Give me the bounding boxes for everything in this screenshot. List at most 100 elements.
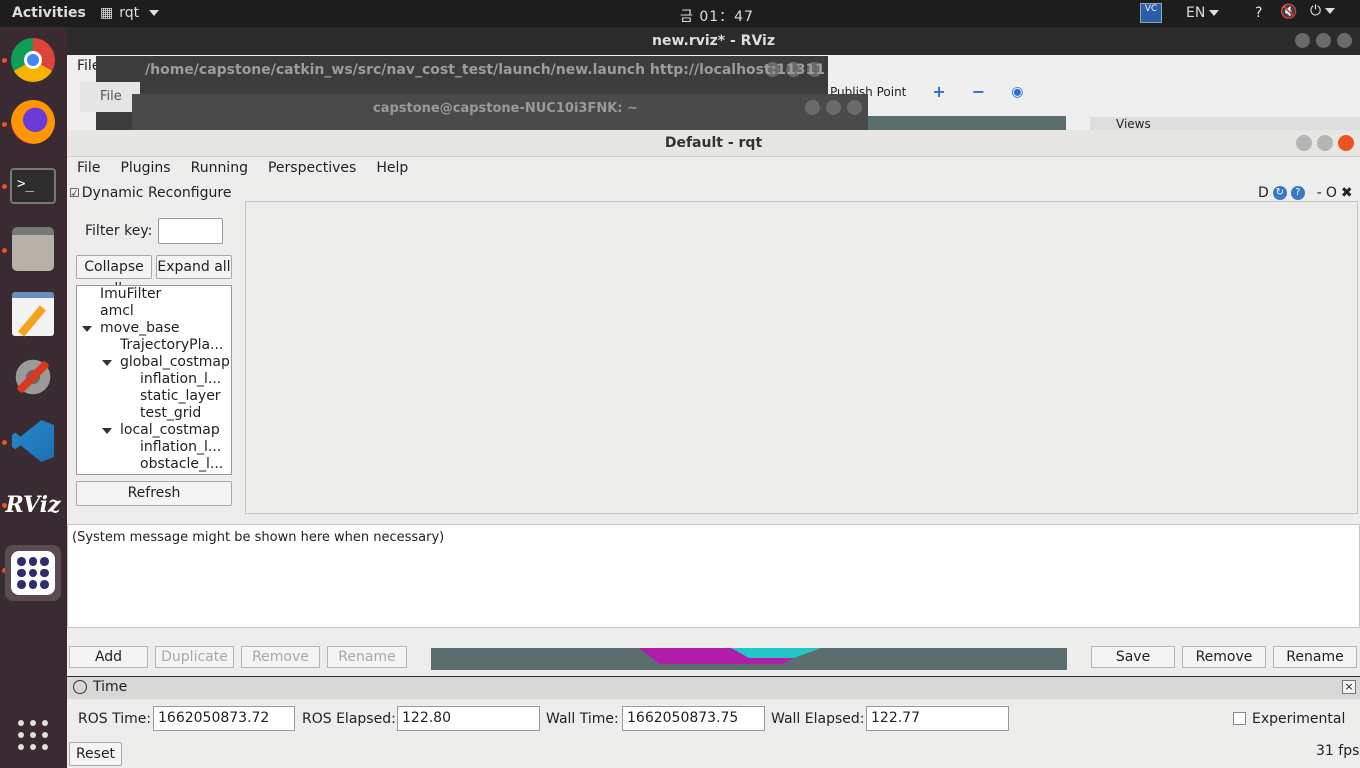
rviz-window-title[interactable]: new.rviz* - RViz	[67, 27, 1360, 55]
minimize-icon[interactable]	[805, 100, 820, 115]
menu-perspectives[interactable]: Perspectives	[258, 157, 366, 181]
refresh-button[interactable]: Refresh	[76, 481, 232, 506]
tree-item-label: inflation_l...	[140, 439, 222, 455]
terminal-icon: >_	[10, 168, 56, 204]
filter-key-input[interactable]	[158, 218, 223, 244]
eye-icon[interactable]: ◉	[1011, 84, 1023, 100]
plugin-close-icon[interactable]: ✖	[1341, 185, 1353, 201]
volume-icon[interactable]: 🔇	[1280, 4, 1297, 20]
maximize-icon[interactable]	[1317, 135, 1333, 151]
vscode-launcher[interactable]	[8, 416, 58, 466]
experimental-checkbox[interactable]	[1233, 712, 1246, 725]
ros-time-field[interactable]: 1662050873.72	[153, 706, 295, 731]
rviz-3d-view-bottom[interactable]	[431, 648, 1067, 670]
plugin-minimize-button[interactable]: -	[1317, 185, 1322, 201]
expand-all-button[interactable]: Expand all	[156, 255, 232, 279]
rviz-3d-view[interactable]	[866, 116, 1066, 130]
close-icon[interactable]	[847, 100, 862, 115]
tree-item-label: TrajectoryPla...	[120, 337, 224, 353]
text-editor-launcher[interactable]	[8, 289, 58, 339]
duplicate-display-button[interactable]: Duplicate	[155, 646, 234, 668]
roslaunch-file-menu[interactable]: File	[80, 82, 140, 112]
ros-elapsed-field[interactable]: 122.80	[397, 706, 540, 731]
plugin-d-button[interactable]: D	[1258, 185, 1269, 201]
remove-display-button[interactable]: Remove	[241, 646, 320, 668]
app-menu[interactable]: ▦ rqt	[100, 5, 160, 21]
expand-arrow-icon[interactable]	[102, 360, 112, 366]
expand-arrow-icon[interactable]	[82, 326, 92, 332]
rename-view-button[interactable]: Rename	[1273, 646, 1357, 668]
window-controls	[1295, 33, 1352, 48]
menu-running[interactable]: Running	[181, 157, 258, 181]
fps-readout: 31 fps	[1316, 743, 1360, 759]
chrome-launcher[interactable]	[8, 35, 58, 85]
plugin-options-button[interactable]: O	[1326, 185, 1337, 201]
plugin-edit-icon[interactable]: ☑	[69, 186, 80, 200]
help-icon[interactable]: ?	[1255, 5, 1262, 21]
tree-item[interactable]: ImuFilter	[77, 286, 231, 303]
running-indicator	[2, 58, 7, 63]
experimental-label: Experimental	[1252, 711, 1346, 727]
terminal-launcher[interactable]: >_	[8, 161, 58, 211]
plugin-title: Dynamic Reconfigure	[81, 185, 232, 201]
zoom-in-icon[interactable]: +	[932, 82, 945, 101]
tree-item[interactable]: inflation_l...	[77, 439, 231, 456]
window-controls	[1296, 135, 1354, 151]
plugin-help-icon[interactable]: ?	[1290, 186, 1305, 200]
tree-item[interactable]: obstacle_l...	[77, 456, 231, 473]
ros-elapsed-label: ROS Elapsed:	[302, 711, 396, 727]
minimize-icon[interactable]	[1295, 33, 1310, 48]
tree-item[interactable]: global_costmap	[77, 354, 231, 371]
menu-plugins[interactable]: Plugins	[110, 157, 180, 181]
maximize-icon[interactable]	[1316, 33, 1331, 48]
rviz-icon: RViz	[5, 492, 61, 518]
firefox-launcher[interactable]	[8, 97, 58, 147]
tree-item[interactable]: move_base	[77, 320, 231, 337]
collapse-all-button[interactable]: Collapse all	[76, 255, 152, 297]
wall-time-field[interactable]: 1662050873.75	[622, 706, 765, 731]
tree-item-label: obstacle_l...	[140, 456, 224, 472]
chrome-icon	[11, 38, 55, 82]
tree-item[interactable]: inflation_l...	[77, 371, 231, 388]
tree-item-label: inflation_l...	[140, 371, 222, 387]
add-display-button[interactable]: Add	[69, 646, 148, 668]
accessibility-icon[interactable]: VC	[1140, 3, 1162, 23]
maximize-icon[interactable]	[826, 100, 841, 115]
close-icon[interactable]: ×	[1342, 680, 1356, 694]
minimize-icon[interactable]	[1296, 135, 1312, 151]
close-icon[interactable]	[1338, 135, 1354, 151]
expand-arrow-icon[interactable]	[102, 428, 112, 434]
reload-icon[interactable]: ↻	[1272, 186, 1287, 200]
plugin-header: ☑ Dynamic Reconfigure	[69, 185, 231, 201]
tree-item[interactable]: TrajectoryPla...	[77, 337, 231, 354]
chevron-down-icon	[1325, 8, 1336, 14]
rviz-launcher[interactable]: RViz	[5, 480, 61, 530]
settings-launcher[interactable]	[8, 352, 58, 402]
save-view-button[interactable]: Save	[1091, 646, 1175, 668]
menu-file[interactable]: File	[67, 157, 110, 181]
tree-item[interactable]: amcl	[77, 303, 231, 320]
tree-item[interactable]: static_layer	[77, 388, 231, 405]
remove-view-button[interactable]: Remove	[1182, 646, 1266, 668]
show-applications-button[interactable]	[8, 710, 58, 760]
files-launcher[interactable]	[8, 224, 58, 274]
files-icon	[12, 227, 54, 271]
plugin-controls: D ↻ ? - O ✖	[1258, 185, 1353, 201]
node-tree[interactable]: ImuFilter amcl move_base TrajectoryPla..…	[76, 285, 232, 475]
menu-help[interactable]: Help	[366, 157, 418, 181]
power-icon[interactable]: ⏻	[1310, 3, 1336, 19]
tree-item[interactable]: test_grid	[77, 405, 231, 422]
rqt-window-title[interactable]: Default - rqt	[67, 130, 1360, 157]
terminal-title[interactable]: capstone@capstone-NUC10i3FNK: ~	[373, 101, 638, 116]
rqt-launcher[interactable]	[5, 545, 61, 601]
roslaunch-title[interactable]: /home/capstone/catkin_ws/src/nav_cost_te…	[145, 62, 825, 78]
zoom-out-icon[interactable]: −	[972, 82, 985, 101]
tree-item[interactable]: local_costmap	[77, 422, 231, 439]
language-selector[interactable]: EN	[1186, 5, 1220, 21]
activities-button[interactable]: Activities	[12, 5, 86, 21]
close-icon[interactable]	[1337, 33, 1352, 48]
reset-button[interactable]: Reset	[69, 742, 122, 766]
clock[interactable]: 금 01：47	[680, 6, 754, 26]
wall-elapsed-field[interactable]: 122.77	[866, 706, 1009, 731]
rename-display-button[interactable]: Rename	[327, 646, 407, 668]
